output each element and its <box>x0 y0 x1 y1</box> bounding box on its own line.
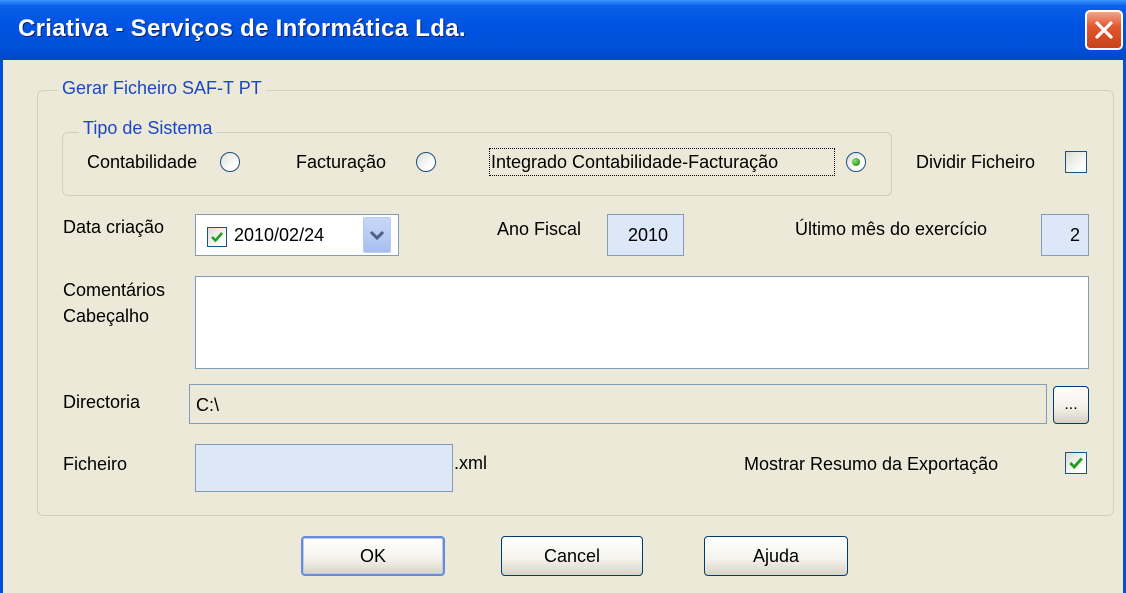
ultimo-mes-field[interactable]: 2 <box>1041 214 1089 256</box>
group-tipo-sistema-legend: Tipo de Sistema <box>79 118 217 139</box>
directoria-label: Directoria <box>63 392 141 412</box>
mostrar-resumo-checkbox[interactable] <box>1065 452 1087 474</box>
ano-fiscal-label: Ano Fiscal <box>497 219 582 239</box>
ultimo-mes-value: 2 <box>1069 225 1080 245</box>
data-criacao-label: Data criação <box>63 217 165 237</box>
dividir-ficheiro-label: Dividir Ficheiro <box>916 152 1036 172</box>
dividir-ficheiro-checkbox[interactable] <box>1065 151 1087 173</box>
radio-integrado[interactable] <box>846 152 866 172</box>
radio-contabilidade-label: Contabilidade <box>87 152 198 172</box>
chevron-down-icon <box>369 230 385 241</box>
data-criacao-checkbox[interactable] <box>207 227 227 247</box>
directoria-value: C:\ <box>196 395 220 415</box>
ok-button[interactable]: OK <box>301 536 445 576</box>
data-criacao-value: 2010/02/24 <box>234 225 325 245</box>
title-bar: Criativa - Serviços de Informática Lda. <box>0 0 1126 61</box>
ultimo-mes-label: Último mês do exercício <box>795 219 988 239</box>
close-button[interactable] <box>1085 10 1123 50</box>
close-icon <box>1095 21 1113 39</box>
radio-facturacao[interactable] <box>416 152 436 172</box>
comentarios-label-line1: Comentários <box>63 280 166 300</box>
ficheiro-label: Ficheiro <box>63 454 128 474</box>
radio-integrado-label: Integrado Contabilidade-Facturação <box>491 152 779 172</box>
radio-facturacao-label: Facturação <box>296 152 387 172</box>
dialog-client-area: Gerar Ficheiro SAF-T PT Tipo de Sistema … <box>0 60 1126 593</box>
window-title: Criativa - Serviços de Informática Lda. <box>18 15 466 42</box>
cancel-button[interactable]: Cancel <box>501 536 643 576</box>
help-button[interactable]: Ajuda <box>704 536 848 576</box>
directoria-field[interactable]: C:\ <box>189 384 1047 424</box>
dialog-window: Criativa - Serviços de Informática Lda. … <box>0 0 1126 593</box>
group-gerar-ficheiro-legend: Gerar Ficheiro SAF-T PT <box>58 78 266 99</box>
radio-contabilidade[interactable] <box>220 152 240 172</box>
ficheiro-field[interactable] <box>195 444 453 492</box>
ficheiro-extension: .xml <box>454 453 487 473</box>
radio-selected-dot <box>852 158 860 166</box>
comentarios-textarea[interactable] <box>195 276 1089 369</box>
browse-button[interactable]: ... <box>1053 386 1089 424</box>
comentarios-label-line2: Cabeçalho <box>63 306 150 326</box>
data-criacao-picker[interactable]: 2010/02/24 <box>195 214 399 256</box>
ano-fiscal-field[interactable]: 2010 <box>607 214 684 256</box>
date-dropdown-button[interactable] <box>363 217 391 253</box>
checkmark-icon <box>1069 457 1083 470</box>
ano-fiscal-value: 2010 <box>628 225 669 245</box>
mostrar-resumo-label: Mostrar Resumo da Exportação <box>744 454 999 474</box>
checkmark-icon <box>211 232 223 243</box>
